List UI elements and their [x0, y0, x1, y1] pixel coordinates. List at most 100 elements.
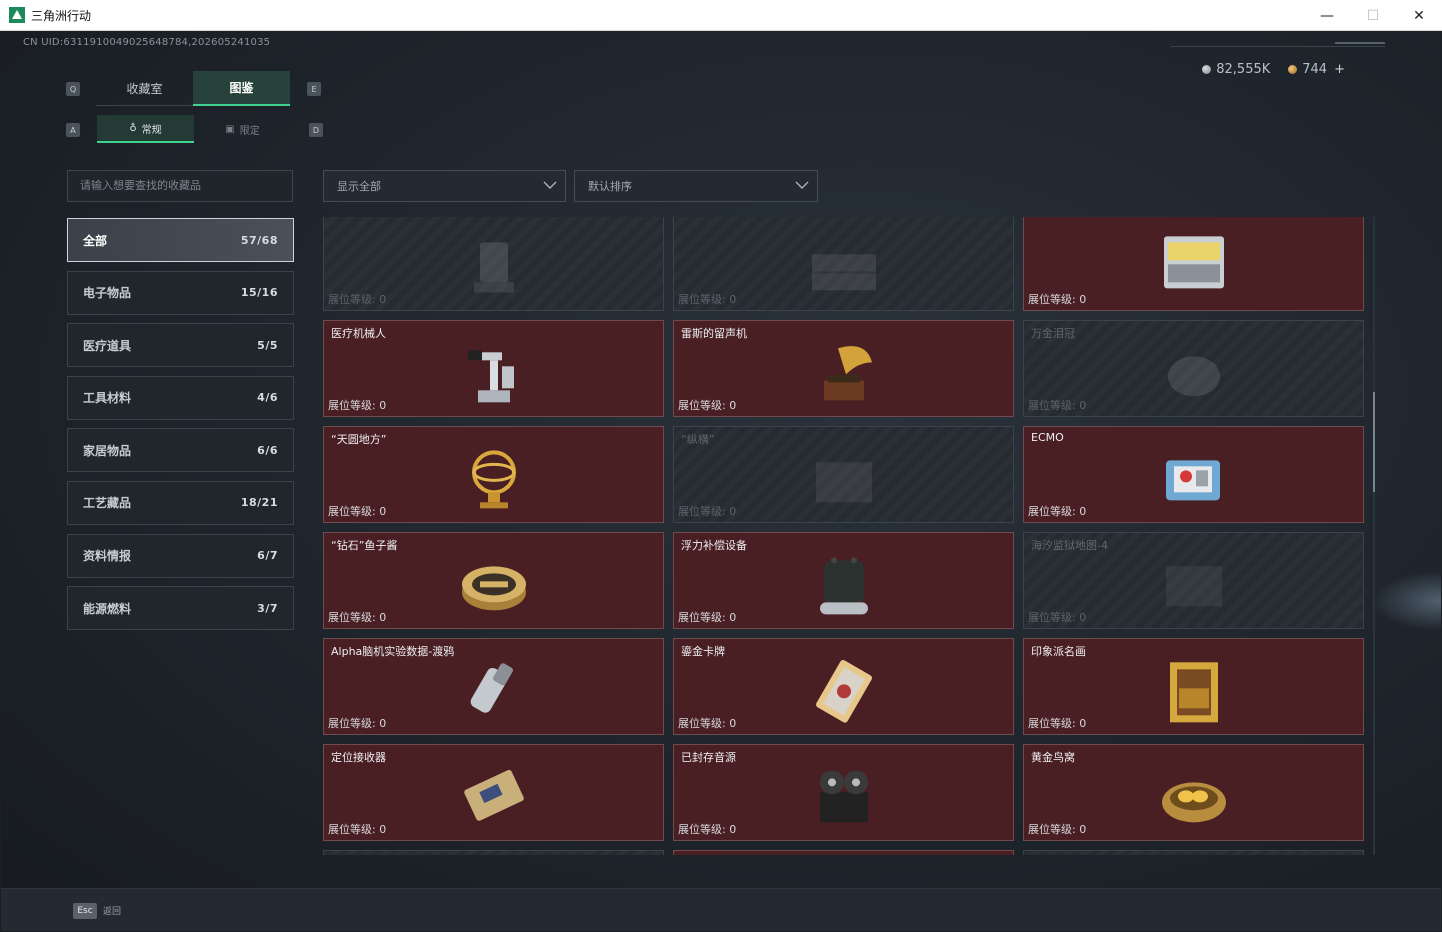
- silver-currency: 82,555K: [1202, 62, 1270, 77]
- collection-item-card[interactable]: 浮力补偿设备 展位等级: 0: [673, 532, 1014, 629]
- sub-tabs: ♁ 常规 ▣ 限定: [97, 115, 291, 143]
- item-name: 海汐监狱地图-4: [1031, 539, 1108, 552]
- receiver-icon: [463, 769, 524, 821]
- collection-item-card[interactable]: 电子眼镜展位等级: 0: [323, 850, 664, 855]
- category-all[interactable]: 全部 57/68: [67, 218, 294, 262]
- booth-level: 展位等级: 0: [1028, 397, 1086, 413]
- subtab-regular[interactable]: ♁ 常规: [97, 115, 194, 143]
- add-currency-button[interactable]: +: [1334, 62, 1345, 77]
- search-input[interactable]: [67, 170, 293, 202]
- booth-level-prefix: 展位等级:: [678, 717, 730, 730]
- category-intel[interactable]: 资料情报 6/7: [67, 533, 294, 578]
- category-crafts[interactable]: 工艺藏品 18/21: [67, 480, 294, 525]
- collection-item-card[interactable]: 黄金鸟窝 展位等级: 0: [1023, 744, 1364, 841]
- collection-item-card[interactable]: 海汐监狱地图-4 展位等级: 0: [1023, 532, 1364, 629]
- chevron-down-icon: [543, 181, 557, 189]
- key-hint-d: D: [309, 123, 323, 137]
- collection-item-card[interactable]: 医疗机械人 展位等级: 0: [323, 320, 664, 417]
- category-electronics[interactable]: 电子物品 15/16: [67, 270, 294, 315]
- game-window: CN UID:6311910049025648784,202605241035 …: [1, 31, 1441, 931]
- booth-level-value: 0: [729, 293, 737, 306]
- collection-item-card[interactable]: 展位等级: 0: [323, 217, 664, 311]
- booth-level-value: 0: [1079, 399, 1087, 412]
- crown-icon: [1167, 355, 1220, 396]
- reel-recorder-icon: [819, 769, 868, 822]
- booth-level-prefix: 展位等级:: [328, 611, 380, 624]
- category-count: 5/5: [257, 338, 278, 352]
- subtab-limited[interactable]: ▣ 限定: [194, 115, 291, 143]
- booth-level-prefix: 展位等级:: [678, 505, 730, 518]
- gold-amount: 744: [1302, 62, 1328, 77]
- booth-level-value: 0: [1079, 611, 1087, 624]
- collection-item-card[interactable]: Alpha脑机实验数据-渡鸦 展位等级: 0: [323, 638, 664, 735]
- booth-level: 展位等级: 0: [328, 715, 386, 731]
- gold-currency[interactable]: 744 +: [1288, 62, 1345, 77]
- esc-key-hint[interactable]: Esc: [73, 903, 97, 919]
- gramophone-icon: [823, 345, 872, 400]
- tab-collection-room[interactable]: 收藏室: [96, 71, 193, 106]
- collection-item-card[interactable]: “钻石”鱼子酱 展位等级: 0: [323, 532, 664, 629]
- booth-level-prefix: 展位等级:: [678, 823, 730, 836]
- category-count: 6/7: [257, 549, 278, 563]
- category-medical[interactable]: 医疗道具 5/5: [67, 323, 294, 368]
- booth-level-prefix: 展位等级:: [1028, 399, 1080, 412]
- collection-item-card[interactable]: 已封存音源 展位等级: 0: [673, 744, 1014, 841]
- booth-level-value: 0: [729, 505, 737, 518]
- category-label: 医疗道具: [83, 338, 132, 353]
- maximize-button[interactable]: ☐: [1350, 0, 1396, 31]
- booth-level: 展位等级: 0: [1028, 609, 1086, 625]
- category-label: 工具材料: [83, 391, 132, 406]
- gold-card-icon: [815, 659, 872, 723]
- collection-item-card[interactable]: “天圆地方” 展位等级: 0: [323, 426, 664, 523]
- booth-level: 展位等级: 0: [328, 503, 386, 519]
- collection-item-card[interactable]: “纵横” 展位等级: 0: [673, 426, 1014, 523]
- category-label: 全部: [83, 233, 108, 248]
- booth-level-prefix: 展位等级:: [1028, 717, 1080, 730]
- category-label: 资料情报: [83, 549, 132, 564]
- scrollbar-thumb[interactable]: [1373, 392, 1375, 492]
- chessboard-icon: [815, 461, 872, 502]
- collection-item-card[interactable]: 试制聚变供能单元展位等级: 0: [673, 850, 1014, 855]
- collection-item-card[interactable]: 雷斯的留声机 展位等级: 0: [673, 320, 1014, 417]
- filter-dropdown[interactable]: 显示全部: [323, 170, 566, 202]
- grid-scrollbar[interactable]: [1373, 217, 1375, 855]
- item-name: 医疗机械人: [331, 327, 386, 340]
- minimize-button[interactable]: —: [1304, 0, 1350, 31]
- collection-grid[interactable]: 展位等级: 0 展位等级: 0 展位等级: 0 医疗机械人 展位等级: 0 雷斯的留声机展…: [323, 217, 1366, 855]
- booth-level-value: 0: [1079, 505, 1087, 518]
- window-controls: — ☐ ✕: [1304, 0, 1442, 31]
- collection-item-card[interactable]: 印象派名画 展位等级: 0: [1023, 638, 1364, 735]
- booth-level-prefix: 展位等级:: [328, 293, 380, 306]
- armillary-icon: [471, 449, 516, 508]
- booth-level: 展位等级: 0: [678, 291, 736, 307]
- collection-item-card[interactable]: 展位等级: 0: [1023, 217, 1364, 311]
- key-hint-a: A: [66, 123, 80, 137]
- back-label[interactable]: 返回: [103, 904, 121, 917]
- collection-item-card[interactable]: 展位等级: 0: [673, 217, 1014, 311]
- collection-item-card[interactable]: 定位接收器 展位等级: 0: [323, 744, 664, 841]
- sort-dropdown[interactable]: 默认排序: [574, 170, 818, 202]
- tab-catalog[interactable]: 图鉴: [193, 71, 290, 106]
- booth-level-value: 0: [729, 717, 737, 730]
- collection-item-card[interactable]: 鎏金卡牌 展位等级: 0: [673, 638, 1014, 735]
- booth-level: 展位等级: 0: [678, 503, 736, 519]
- booth-level-value: 0: [1079, 717, 1087, 730]
- booth-level-prefix: 展位等级:: [328, 505, 380, 518]
- collection-item-card[interactable]: 高能瓦斯罐展位等级: 0: [1023, 850, 1364, 855]
- category-count: 6/6: [257, 443, 278, 457]
- category-label: 家居物品: [83, 443, 132, 458]
- limited-icon: ▣: [225, 123, 235, 135]
- booth-level-prefix: 展位等级:: [1028, 505, 1080, 518]
- booth-level-prefix: 展位等级:: [678, 399, 730, 412]
- close-button[interactable]: ✕: [1396, 0, 1442, 31]
- booth-level-value: 0: [379, 293, 387, 306]
- booth-level-value: 0: [1079, 293, 1087, 306]
- category-tools[interactable]: 工具材料 4/6: [67, 375, 294, 420]
- collection-item-card[interactable]: 万金泪冠 展位等级: 0: [1023, 320, 1364, 417]
- booth-level: 展位等级: 0: [1028, 821, 1086, 837]
- ecmo-icon: [1165, 459, 1220, 500]
- category-household[interactable]: 家居物品 6/6: [67, 428, 294, 473]
- category-energy[interactable]: 能源燃料 3/7: [67, 586, 294, 631]
- booth-level-prefix: 展位等级:: [1028, 611, 1080, 624]
- collection-item-card[interactable]: ECMO 展位等级: 0: [1023, 426, 1364, 523]
